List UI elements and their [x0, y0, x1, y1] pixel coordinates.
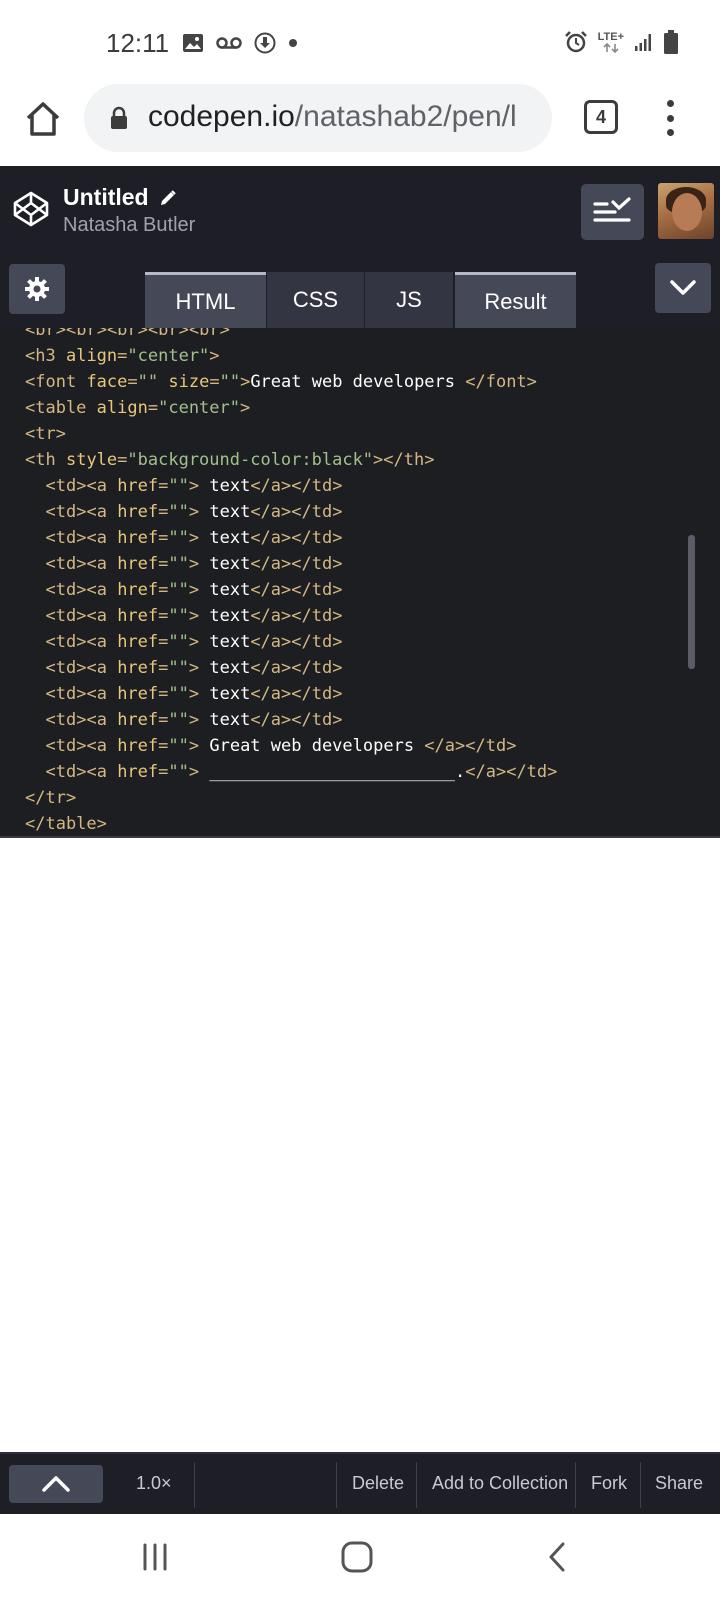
code-content: <br><br><br><br><br> <h3 align="center"> <…: [25, 328, 558, 836]
toolbar-divider: [336, 1462, 337, 1508]
collapse-editor-button[interactable]: [655, 263, 711, 313]
bottom-toolbar: 1.0× Delete Add to Collection Fork Share: [0, 1452, 720, 1514]
dot-icon: [289, 39, 297, 47]
avatar-face: [672, 193, 702, 231]
pen-author[interactable]: Natasha Butler: [63, 214, 195, 237]
tab-js[interactable]: JS: [365, 272, 453, 328]
code-line: <td><a href=""> text</a></td>: [45, 554, 343, 574]
code-line: <td><a href=""> text</a></td>: [45, 606, 343, 626]
code-line: <td><a href=""> text</a></td>: [45, 632, 343, 652]
status-icons-left: [182, 32, 298, 54]
tab-result[interactable]: Result: [455, 272, 576, 328]
expand-console-button[interactable]: [9, 1465, 103, 1503]
code-line: <table align="center">: [25, 398, 251, 418]
home-nav-icon[interactable]: [340, 1540, 374, 1574]
recent-apps-icon[interactable]: [140, 1542, 170, 1572]
code-line: <th style="background-color:black"></th>: [25, 450, 435, 470]
home-icon: [26, 102, 60, 136]
code-line: <td><a href=""> text</a></td>: [45, 580, 343, 600]
status-time: 12:11: [106, 28, 170, 58]
system-navigation-bar: [0, 1514, 720, 1600]
code-line: <td><a href=""> text</a></td>: [45, 710, 343, 730]
browser-toolbar: codepen.io/natashab2/pen/l 4: [0, 84, 720, 166]
url-path: /natashab2/pen/l: [294, 100, 517, 133]
toolbar-divider: [640, 1462, 641, 1508]
html-code-editor[interactable]: <br><br><br><br><br> <h3 align="center"> <…: [0, 328, 720, 838]
status-icons-right: LTE+: [564, 30, 678, 54]
user-avatar[interactable]: [658, 183, 714, 239]
add-to-collection-button[interactable]: Add to Collection: [432, 1473, 568, 1494]
menu-dot: [666, 129, 674, 136]
tab-html[interactable]: HTML: [145, 272, 266, 328]
codepen-header: Untitled Natasha Butler: [0, 166, 720, 258]
download-icon: [254, 32, 276, 54]
menu-dot: [666, 114, 674, 122]
toolbar-divider: [194, 1462, 195, 1508]
lte-label: LTE+: [597, 30, 624, 43]
codepen-logo-icon[interactable]: [12, 190, 50, 228]
code-line: <br><br><br><br><br>: [25, 328, 230, 340]
code-line: <font face="" size="">Great web develope…: [25, 372, 537, 392]
pen-title-text: Untitled: [63, 184, 149, 210]
battery-icon: [664, 30, 678, 54]
toolbar-divider: [575, 1462, 576, 1508]
signal-icon: [635, 34, 651, 51]
code-line: <h3 align="center">: [25, 346, 220, 366]
tab-switcher-button[interactable]: 4: [584, 100, 618, 134]
change-view-button[interactable]: [581, 184, 644, 240]
pencil-icon[interactable]: [159, 189, 177, 207]
code-line: </tr>: [25, 788, 77, 808]
layout-icon: [593, 197, 631, 222]
back-nav-icon[interactable]: [546, 1541, 568, 1573]
chevron-down-icon: [670, 280, 696, 295]
voicemail-icon: [216, 37, 242, 49]
code-line: <td><a href=""> text</a></td>: [45, 684, 343, 704]
code-line: <td><a href=""> text</a></td>: [45, 528, 343, 548]
image-icon: [183, 34, 203, 52]
chevron-up-icon: [42, 1476, 70, 1492]
fork-button[interactable]: Fork: [591, 1473, 627, 1494]
settings-button[interactable]: [9, 264, 65, 314]
editor-scrollbar[interactable]: [688, 535, 695, 669]
share-button[interactable]: Share: [655, 1473, 703, 1494]
more-menu-button[interactable]: [662, 98, 678, 138]
code-line: <td><a href=""> Great web developers </a…: [45, 736, 517, 756]
code-line: <td><a href=""> text</a></td>: [45, 658, 343, 678]
code-line: <td><a href=""> ________________________…: [45, 762, 558, 782]
menu-dot: [666, 100, 674, 107]
alarm-icon: [564, 31, 587, 53]
zoom-level-button[interactable]: 1.0×: [136, 1473, 172, 1494]
code-line: <td><a href=""> text</a></td>: [45, 476, 343, 496]
url-text: codepen.io/natashab2/pen/l: [148, 100, 517, 134]
code-line: <td><a href=""> text</a></td>: [45, 502, 343, 522]
toolbar-divider: [416, 1462, 417, 1508]
lte-icon: LTE+: [597, 30, 624, 53]
lock-icon: [111, 106, 127, 129]
delete-button[interactable]: Delete: [352, 1473, 404, 1494]
home-button[interactable]: [22, 98, 64, 140]
code-line: <tr>: [25, 424, 66, 444]
code-line: </table>: [25, 814, 107, 834]
editor-tabs-bar: HTML CSS JS Result: [0, 258, 720, 328]
url-domain: codepen.io: [148, 100, 295, 133]
gear-icon: [25, 277, 49, 301]
address-bar[interactable]: codepen.io/natashab2/pen/l: [84, 84, 552, 152]
pen-title[interactable]: Untitled: [63, 184, 177, 211]
status-bar: 12:11 LTE+: [0, 0, 720, 84]
tab-css[interactable]: CSS: [267, 272, 364, 328]
